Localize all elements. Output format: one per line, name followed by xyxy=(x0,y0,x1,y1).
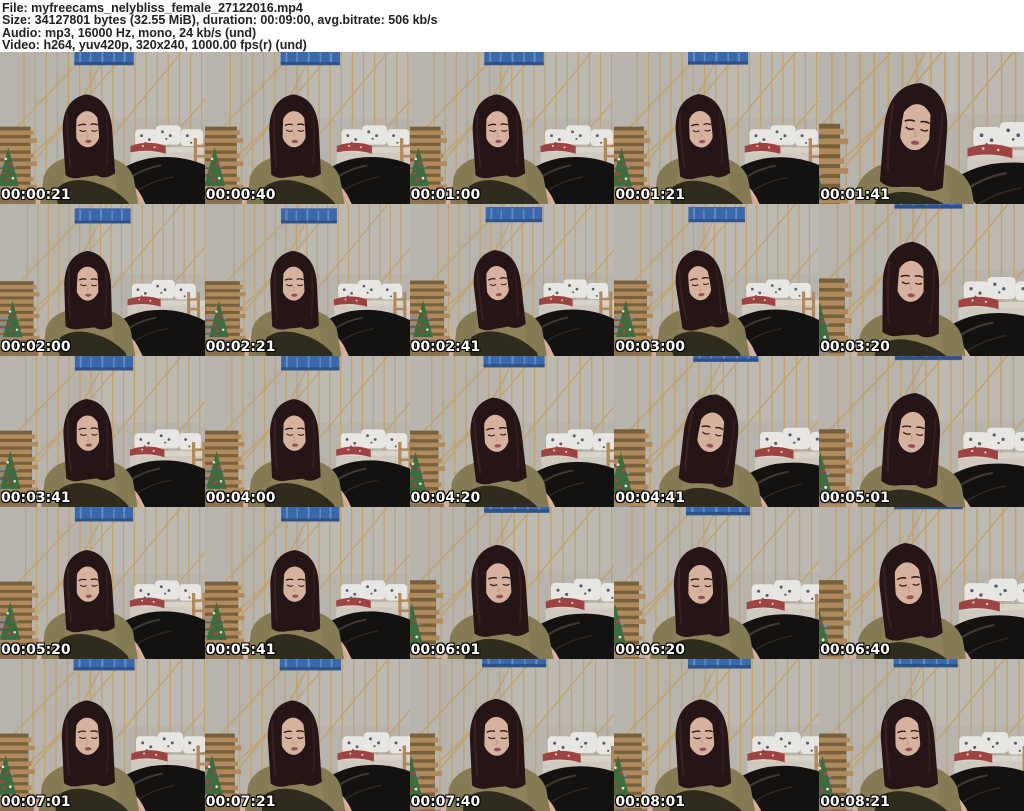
timestamp-label: 00:08:01 xyxy=(615,794,686,810)
header-line-video: Video: h264, yuv420p, 320x240, 1000.00 f… xyxy=(2,38,307,53)
timestamp-label: 00:03:20 xyxy=(820,338,890,355)
timestamp-label: 00:03:41 xyxy=(1,490,71,507)
timestamp-label: 00:04:00 xyxy=(205,490,276,507)
thumbnail-image xyxy=(204,659,410,811)
thumbnail-cell: 00:02:41 xyxy=(409,203,615,356)
thumbnail-cell: 00:04:41 xyxy=(614,355,820,508)
thumbnail-cell: 00:02:00 xyxy=(0,203,205,356)
thumbnail-image xyxy=(409,507,615,660)
thumbnail-image xyxy=(0,52,205,204)
thumbnail-cell: 00:00:40 xyxy=(204,52,410,204)
timestamp-label: 00:07:40 xyxy=(410,794,481,810)
timestamp-label: 00:07:01 xyxy=(1,794,71,810)
timestamp-label: 00:04:20 xyxy=(410,490,481,507)
timestamp-label: 00:05:01 xyxy=(820,490,890,507)
thumbnail-image xyxy=(409,52,615,204)
timestamp-label: 00:06:01 xyxy=(410,642,481,659)
thumbnail-cell: 00:00:21 xyxy=(0,52,205,204)
thumbnail-image xyxy=(409,355,615,508)
thumbnail-cell: 00:03:20 xyxy=(819,203,1024,356)
thumbnail-cell: 00:05:41 xyxy=(204,507,410,660)
timestamp-label: 00:01:41 xyxy=(820,186,890,203)
thumbnail-image xyxy=(614,659,820,811)
thumbnail-cell: 00:06:20 xyxy=(614,507,820,660)
thumbnail-cell: 00:08:01 xyxy=(614,659,820,811)
thumbnail-image xyxy=(0,659,205,811)
timestamp-label: 00:07:21 xyxy=(205,794,276,810)
timestamp-label: 00:06:40 xyxy=(820,642,890,659)
timestamp-label: 00:08:21 xyxy=(820,794,890,810)
thumbnail-image xyxy=(0,355,205,508)
timestamp-label: 00:05:41 xyxy=(205,642,276,659)
thumbnail-image xyxy=(819,355,1024,508)
thumbnail-cell: 00:07:21 xyxy=(204,659,410,811)
thumbnail-image xyxy=(0,507,205,660)
timestamp-label: 00:06:20 xyxy=(615,642,686,659)
thumbnail-cell: 00:05:20 xyxy=(0,507,205,660)
thumbnail-cell: 00:07:01 xyxy=(0,659,205,811)
metadata-header: File: myfreecams_nelybliss_female_271220… xyxy=(0,0,1024,52)
thumbnail-image xyxy=(0,203,205,356)
thumbnail-image xyxy=(204,203,410,356)
timestamp-label: 00:03:00 xyxy=(615,338,686,355)
thumbnail-cell: 00:06:40 xyxy=(819,507,1024,660)
thumbnail-cell: 00:03:00 xyxy=(614,203,820,356)
thumbnail-image xyxy=(409,659,615,811)
thumbnail-cell: 00:06:01 xyxy=(409,507,615,660)
contact-sheet: File: myfreecams_nelybliss_female_271220… xyxy=(0,0,1024,811)
thumbnail-cell: 00:02:21 xyxy=(204,203,410,356)
thumbnail-cell: 00:04:20 xyxy=(409,355,615,508)
timestamp-label: 00:04:41 xyxy=(615,490,686,507)
timestamp-label: 00:00:21 xyxy=(1,186,71,203)
timestamp-label: 00:02:41 xyxy=(410,338,481,355)
thumbnail-image xyxy=(819,203,1024,356)
thumbnail-image xyxy=(204,52,410,204)
timestamp-label: 00:02:21 xyxy=(205,338,276,355)
thumbnail-image xyxy=(614,203,820,356)
timestamp-label: 00:05:20 xyxy=(1,642,71,659)
timestamp-label: 00:00:40 xyxy=(205,186,276,203)
thumbnail-image xyxy=(204,355,410,508)
thumbnail-cell: 00:01:41 xyxy=(819,52,1024,204)
thumbnail-cell: 00:03:41 xyxy=(0,355,205,508)
thumbnail-image xyxy=(614,507,820,660)
timestamp-label: 00:01:00 xyxy=(410,186,481,203)
thumbnail-image xyxy=(409,203,615,356)
thumbnail-image xyxy=(819,659,1024,811)
timestamp-label: 00:01:21 xyxy=(615,186,686,203)
thumbnail-image xyxy=(819,52,1024,204)
thumbnail-image xyxy=(204,507,410,660)
thumbnail-image xyxy=(819,507,1024,660)
thumbnail-cell: 00:01:00 xyxy=(409,52,615,204)
thumbnail-cell: 00:08:21 xyxy=(819,659,1024,811)
thumbnail-image xyxy=(614,355,820,508)
timestamp-label: 00:02:00 xyxy=(1,338,71,355)
header-line-size: Size: 34127801 bytes (32.55 MiB), durati… xyxy=(2,13,438,28)
thumbnail-grid: 00:00:21 00:00:40 00:01:00 00:01:21 00:0… xyxy=(0,52,1024,811)
thumbnail-cell: 00:07:40 xyxy=(409,659,615,811)
thumbnail-cell: 00:01:21 xyxy=(614,52,820,204)
thumbnail-cell: 00:05:01 xyxy=(819,355,1024,508)
thumbnail-image xyxy=(614,52,820,204)
thumbnail-cell: 00:04:00 xyxy=(204,355,410,508)
